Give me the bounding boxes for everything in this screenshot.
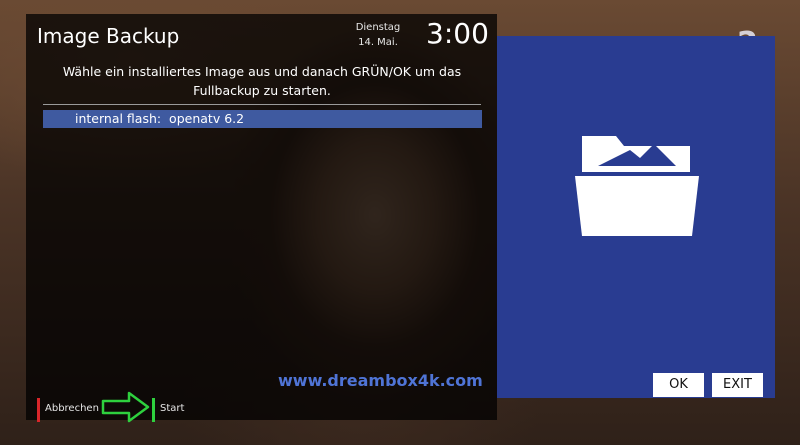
image-backup-dialog: Image Backup Dienstag 14. Mai. 3:00 Wähl… <box>26 14 497 423</box>
image-list: internal flash: openatv 6.2 <box>43 110 482 128</box>
clock: 3:00 <box>426 17 489 50</box>
watermark-url: www.dreambox4k.com <box>278 371 483 390</box>
date-value: 14. Mai. <box>358 37 398 48</box>
cancel-label: Abbrechen <box>45 403 99 414</box>
folder-icon <box>575 136 699 236</box>
red-key-indicator <box>37 398 40 422</box>
date-display: Dienstag 14. Mai. <box>346 20 410 50</box>
list-item[interactable]: internal flash: openatv 6.2 <box>43 110 482 128</box>
instruction-text: Wähle ein installiertes Image aus und da… <box>62 64 462 98</box>
exit-button[interactable]: EXIT <box>712 373 763 397</box>
date-day: Dienstag <box>355 22 401 33</box>
start-label: Start <box>160 403 185 414</box>
dialog-title: Image Backup <box>37 24 180 48</box>
arrow-right-icon <box>101 391 150 423</box>
divider <box>43 104 481 105</box>
ok-button[interactable]: OK <box>653 373 704 397</box>
green-key-indicator <box>152 398 155 422</box>
preview-panel: OK EXIT <box>497 36 775 398</box>
